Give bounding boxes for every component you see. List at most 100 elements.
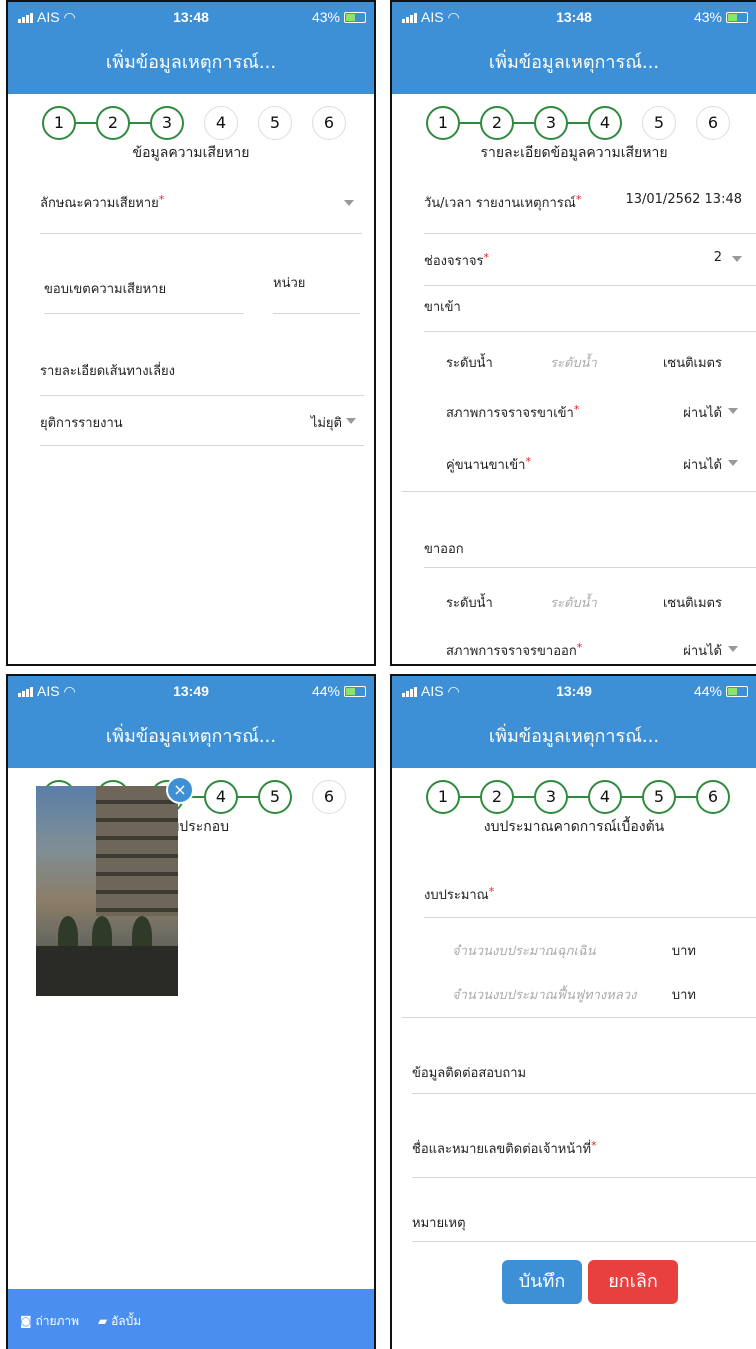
- step-6[interactable]: 6: [696, 780, 730, 814]
- contact-name-label: ชื่อและหมายเลขติดต่อเจ้าหน้าที่*: [412, 1139, 597, 1157]
- detour-detail-input[interactable]: รายละเอียดเส้นทางเลี่ยง: [40, 360, 364, 396]
- step-4[interactable]: 4: [204, 780, 238, 814]
- unit-input[interactable]: หน่วย: [273, 272, 360, 314]
- step-3[interactable]: 3: [534, 106, 568, 140]
- step-5[interactable]: 5: [642, 106, 676, 140]
- attached-photo[interactable]: [36, 786, 178, 996]
- page-title: เพิ่มข้อมูลเหตุการณ์...: [8, 32, 374, 94]
- contact-section-header: ข้อมูลติดต่อสอบถาม: [412, 1054, 756, 1094]
- stepper: 1 2 3 4 5 6: [392, 106, 756, 140]
- status-bar: AIS ◠ 13:49 44%: [8, 676, 374, 706]
- screen-damage-detail: AIS ◠ 13:48 43% เพิ่มข้อมูลเหตุการณ์... …: [390, 0, 756, 666]
- budget-section-header: งบประมาณ*: [424, 884, 756, 918]
- folder-icon: ▰: [98, 1314, 108, 1328]
- step-6[interactable]: 6: [312, 106, 346, 140]
- step-4[interactable]: 4: [588, 780, 622, 814]
- step-title: ข้อมูลความเสียหาย: [132, 145, 250, 161]
- step-1[interactable]: 1: [426, 106, 460, 140]
- battery-icon: [344, 12, 366, 23]
- step-1[interactable]: 1: [42, 106, 76, 140]
- page-title: เพิ่มข้อมูลเหตุการณ์...: [392, 706, 756, 768]
- remove-photo-close-icon[interactable]: ×: [166, 776, 194, 804]
- outbound-traffic-label: สภาพการจราจรขาออก*: [446, 641, 583, 659]
- damage-scope-label: ขอบเขตความเสียหาย: [44, 282, 167, 297]
- inbound-traffic-select[interactable]: สภาพการจราจรขาเข้า* ผ่านได้: [446, 402, 756, 430]
- step-5[interactable]: 5: [258, 106, 292, 140]
- step-2[interactable]: 2: [480, 780, 514, 814]
- camera-button[interactable]: ◙ ถ่ายภาพ: [20, 1312, 79, 1331]
- step-4[interactable]: 4: [204, 106, 238, 140]
- step-2[interactable]: 2: [96, 106, 130, 140]
- battery-indicator: 44%: [312, 683, 366, 699]
- inbound-water-level-row[interactable]: ระดับน้ำ ระดับน้ำ เซนติเมตร: [446, 352, 756, 380]
- chevron-down-icon: [346, 418, 356, 424]
- inbound-section-header: ขาเข้า: [424, 296, 756, 332]
- stepper: 1 2 3 4 5 6: [8, 106, 374, 140]
- outbound-traffic-select[interactable]: สภาพการจราจรขาออก* ผ่านได้: [446, 640, 756, 664]
- chevron-down-icon: [728, 408, 738, 414]
- currency-label: บาท: [671, 988, 696, 1003]
- step-3[interactable]: 3: [150, 106, 184, 140]
- step-1[interactable]: 1: [426, 780, 460, 814]
- water-level-label: ระดับน้ำ: [446, 356, 493, 371]
- inbound-traffic-label: สภาพการจราจรขาเข้า*: [446, 403, 580, 421]
- water-unit: เซนติเมตร: [662, 356, 722, 371]
- water-level-input[interactable]: ระดับน้ำ: [550, 592, 597, 613]
- photo-building: [96, 786, 178, 916]
- status-bar: AIS ◠ 13:48 43%: [8, 2, 374, 32]
- step-6[interactable]: 6: [312, 780, 346, 814]
- battery-indicator: 43%: [694, 9, 748, 25]
- step-5[interactable]: 5: [258, 780, 292, 814]
- damage-scope-input[interactable]: ขอบเขตความเสียหาย: [44, 278, 244, 314]
- currency-label: บาท: [671, 944, 696, 959]
- stepper: 1 2 3 4 5 6: [392, 780, 756, 814]
- report-time-field[interactable]: วัน/เวลา รายงานเหตุการณ์* 13/01/2562 13:…: [424, 192, 756, 234]
- page-title: เพิ่มข้อมูลเหตุการณ์...: [392, 32, 756, 94]
- recovery-budget-row[interactable]: จำนวนงบประมาณฟื้นฟูทางหลวง บาท: [402, 978, 756, 1018]
- emergency-budget-row[interactable]: จำนวนงบประมาณฉุกเฉิน บาท: [452, 940, 756, 964]
- status-bar: AIS ◠ 13:49 44%: [392, 676, 756, 706]
- chevron-down-icon: [344, 200, 354, 206]
- battery-icon: [726, 686, 748, 697]
- status-bar: AIS ◠ 13:48 43%: [392, 2, 756, 32]
- album-button[interactable]: ▰ อัลบั้ม: [98, 1312, 141, 1331]
- step-title: รายละเอียดข้อมูลความเสียหาย: [480, 145, 668, 161]
- step-3[interactable]: 3: [534, 780, 568, 814]
- camera-icon: ◙: [20, 1314, 32, 1328]
- recovery-budget-input[interactable]: จำนวนงบประมาณฟื้นฟูทางหลวง: [452, 988, 636, 1003]
- damage-type-select[interactable]: ลักษณะความเสียหาย*: [40, 192, 362, 234]
- screen-damage-info: AIS ◠ 13:48 43% เพิ่มข้อมูลเหตุการณ์... …: [6, 0, 376, 666]
- unit-label: หน่วย: [273, 276, 306, 291]
- report-time-value: 13/01/2562 13:48: [625, 192, 742, 207]
- lanes-label: ช่องจราจร*: [424, 251, 489, 269]
- end-report-select[interactable]: ยุติการรายงาน ไม่ยุติ: [40, 398, 364, 446]
- lanes-select[interactable]: ช่องจราจร* 2: [424, 244, 756, 286]
- cancel-button[interactable]: ยกเลิก: [588, 1260, 678, 1304]
- screen-photos: AIS ◠ 13:49 44% เพิ่มข้อมูลเหตุการณ์... …: [6, 674, 376, 1349]
- outbound-water-level-row[interactable]: ระดับน้ำ ระดับน้ำ เซนติเมตร: [446, 592, 756, 620]
- step-5[interactable]: 5: [642, 780, 676, 814]
- water-unit: เซนติเมตร: [662, 596, 722, 611]
- inbound-parallel-label: คู่ขนานขาเข้า*: [446, 455, 531, 473]
- inbound-parallel-select[interactable]: คู่ขนานขาเข้า* ผ่านได้: [402, 454, 756, 492]
- note-input[interactable]: หมายเหตุ: [412, 1206, 756, 1242]
- battery-indicator: 44%: [694, 683, 748, 699]
- inbound-traffic-value: ผ่านได้: [683, 406, 722, 421]
- chevron-down-icon: [728, 460, 738, 466]
- detour-label: รายละเอียดเส้นทางเลี่ยง: [40, 364, 176, 379]
- chevron-down-icon: [728, 646, 738, 652]
- bottom-toolbar: ◙ ถ่ายภาพ ▰ อัลบั้ม: [8, 1289, 374, 1349]
- water-level-label: ระดับน้ำ: [446, 596, 493, 611]
- step-4[interactable]: 4: [588, 106, 622, 140]
- note-label: หมายเหตุ: [412, 1216, 466, 1231]
- step-6[interactable]: 6: [696, 106, 730, 140]
- step-title: งบประมาณคาดการณ์เบื้องต้น: [483, 819, 665, 835]
- water-level-input[interactable]: ระดับน้ำ: [550, 352, 597, 373]
- save-button[interactable]: บันทึก: [502, 1260, 582, 1304]
- page-title: เพิ่มข้อมูลเหตุการณ์...: [8, 706, 374, 768]
- emergency-budget-input[interactable]: จำนวนงบประมาณฉุกเฉิน: [452, 944, 596, 959]
- screen-budget: AIS ◠ 13:49 44% เพิ่มข้อมูลเหตุการณ์... …: [390, 674, 756, 1349]
- contact-name-input[interactable]: ชื่อและหมายเลขติดต่อเจ้าหน้าที่*: [412, 1138, 756, 1178]
- photo-ground: [36, 946, 178, 996]
- step-2[interactable]: 2: [480, 106, 514, 140]
